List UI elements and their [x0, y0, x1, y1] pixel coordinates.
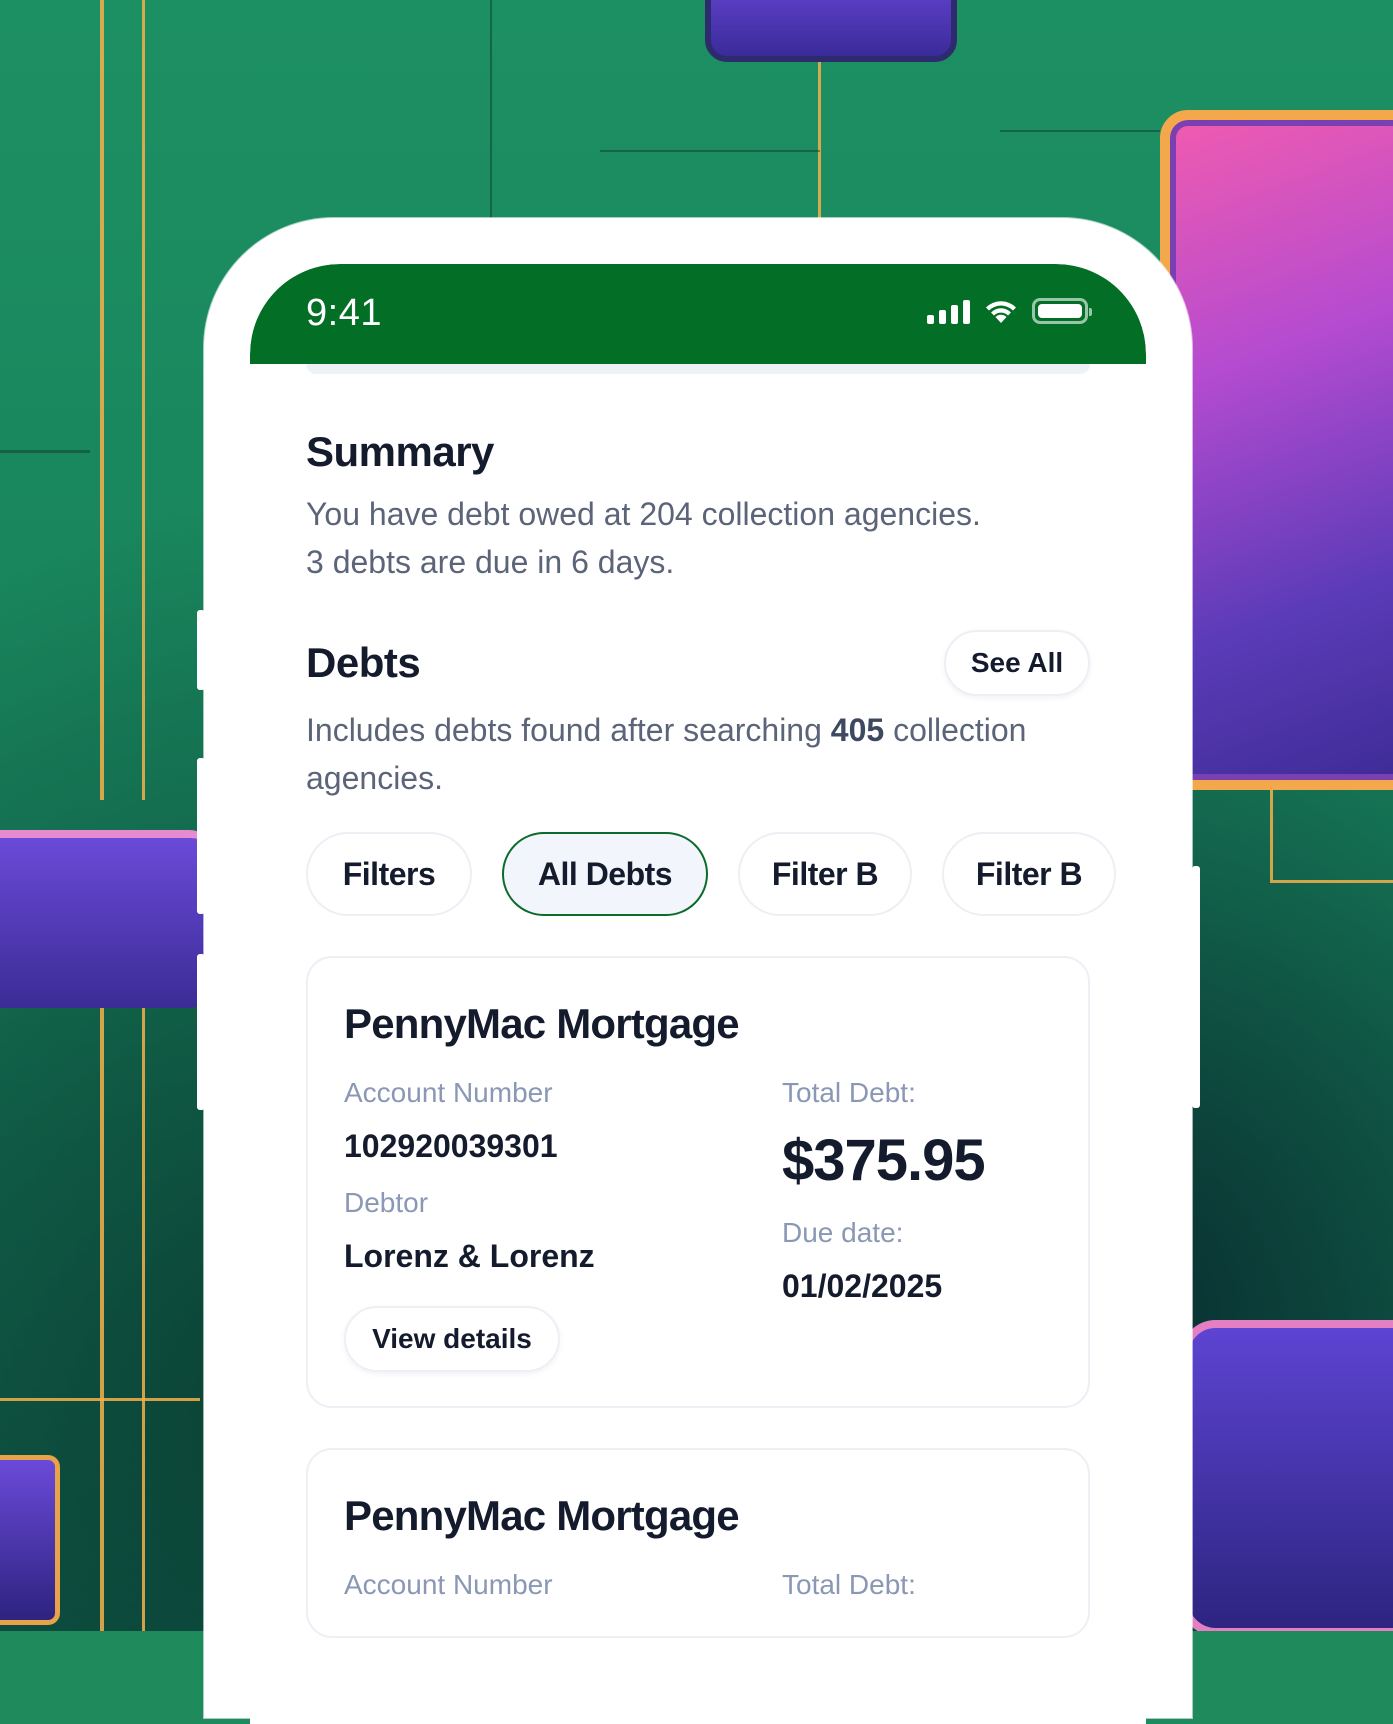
debt-card-2-left-column: Account Number [344, 1568, 782, 1602]
debt-card-2-body: Account Number Total Debt: [344, 1568, 1052, 1602]
total-debt-label-2: Total Debt: [782, 1569, 916, 1600]
wifi-icon [986, 301, 1016, 323]
debt-card-right-column: Total Debt: $375.95 Due date: 01/02/2025 [782, 1076, 1052, 1372]
debts-header: Debts See All [306, 630, 1090, 696]
debt-card-title: PennyMac Mortgage [344, 1000, 740, 1047]
see-all-button[interactable]: See All [944, 630, 1090, 696]
phone-screen: 9:41 Summary You have debt owed at 204 c… [250, 264, 1146, 1724]
debt-card-2-right-column: Total Debt: [782, 1568, 1052, 1602]
filter-chips: Filters All Debts Filter B Filter B [306, 832, 1146, 916]
battery-icon [1032, 298, 1092, 324]
summary-line-agencies: You have debt owed at 204 collection age… [306, 496, 981, 532]
debt-card-body: Account Number 102920039301 Debtor Loren… [344, 1076, 1052, 1372]
debts-agency-count: 405 [830, 712, 885, 748]
previous-card-edge [306, 364, 1090, 374]
filter-chip-filter-b-2[interactable]: Filter B [942, 832, 1116, 916]
cellular-signal-icon [927, 298, 970, 324]
debtor-value: Lorenz & Lorenz [344, 1238, 595, 1274]
due-date-label: Due date: [782, 1217, 904, 1248]
debts-description: Includes debts found after searching 405… [306, 706, 1090, 802]
summary-text: You have debt owed at 204 collection age… [306, 490, 1090, 586]
phone-power-button [1192, 866, 1200, 1108]
filter-chip-filter-b[interactable]: Filter B [738, 832, 912, 916]
account-number-label: Account Number [344, 1077, 553, 1108]
phone-frame: 9:41 Summary You have debt owed at 204 c… [204, 218, 1192, 1724]
debt-card-left-column: Account Number 102920039301 Debtor Loren… [344, 1076, 782, 1372]
status-bar: 9:41 [250, 264, 1146, 364]
debtor-label: Debtor [344, 1187, 429, 1218]
debt-card-2-title: PennyMac Mortgage [344, 1492, 740, 1539]
debt-card-2[interactable]: PennyMac Mortgage Account Number Total D… [306, 1448, 1090, 1638]
account-number-label-2: Account Number [344, 1569, 553, 1600]
main-content: Summary You have debt owed at 204 collec… [306, 426, 1116, 1638]
status-icons [927, 298, 1092, 324]
total-debt-label: Total Debt: [782, 1077, 916, 1108]
summary-line-due: 3 debts are due in 6 days. [306, 544, 675, 580]
account-number-value: 102920039301 [344, 1128, 558, 1164]
debts-title: Debts [306, 639, 421, 686]
status-time: 9:41 [306, 292, 382, 334]
filter-chip-all-debts[interactable]: All Debts [502, 832, 708, 916]
summary-title: Summary [306, 428, 494, 475]
view-details-button[interactable]: View details [344, 1306, 560, 1372]
debt-card[interactable]: PennyMac Mortgage Account Number 1029200… [306, 956, 1090, 1408]
filter-chip-filters[interactable]: Filters [306, 832, 472, 916]
due-date-value: 01/02/2025 [782, 1268, 943, 1304]
debts-description-prefix: Includes debts found after searching [306, 712, 831, 748]
total-debt-amount: $375.95 [782, 1128, 986, 1193]
